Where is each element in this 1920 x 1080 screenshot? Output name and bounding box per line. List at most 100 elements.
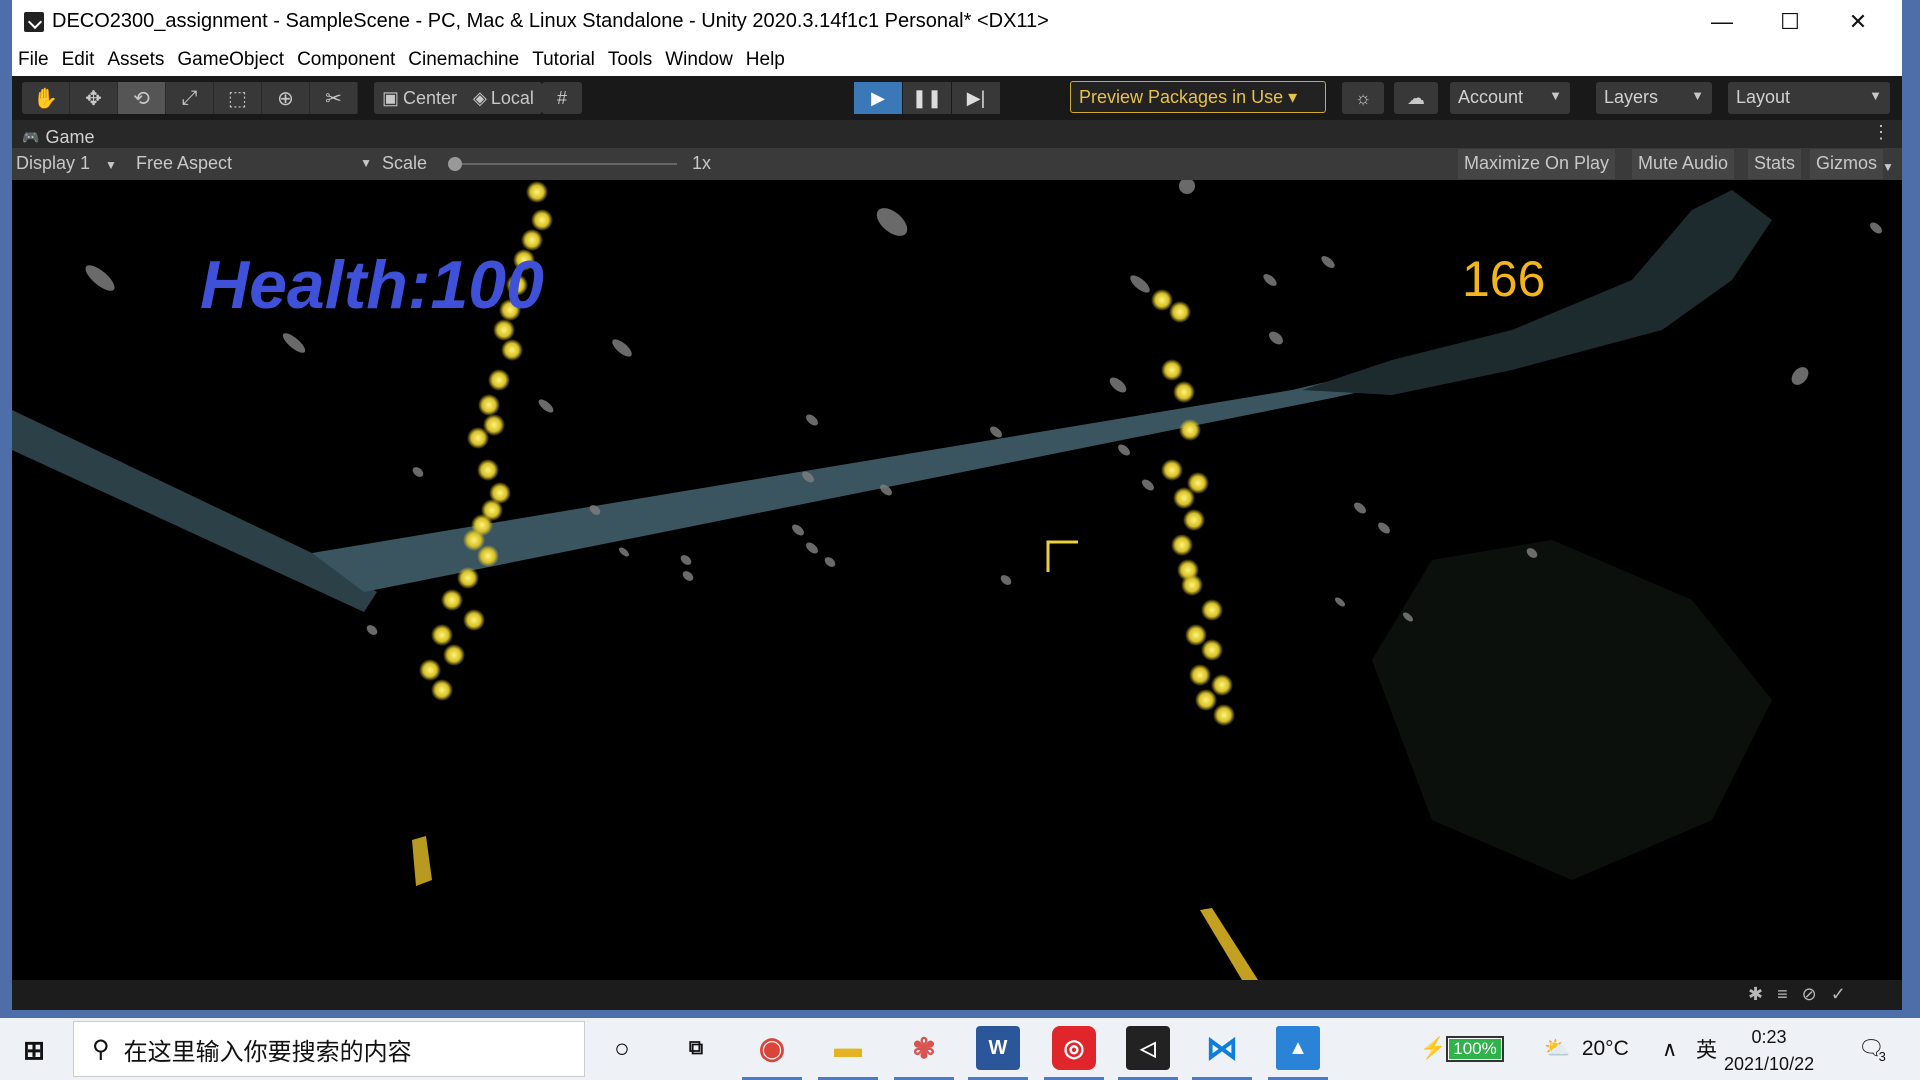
scale-slider-handle[interactable]: [448, 157, 462, 171]
power-plug-icon[interactable]: ⚡: [1420, 1018, 1446, 1080]
rect-tool-button[interactable]: ⬚: [214, 82, 262, 114]
layout-label: Layout: [1736, 87, 1791, 107]
play-controls: ▶ ❚❚ ▶|: [854, 82, 1001, 114]
gamepad-icon: 🎮: [22, 128, 40, 145]
custom-tool-button[interactable]: ✂: [310, 82, 358, 114]
snow-particle: [1321, 256, 1335, 268]
snow-particle: [282, 333, 306, 353]
system-clock[interactable]: 0:23 2021/10/22: [1724, 1024, 1814, 1078]
notification-center-button[interactable]: 🗨 3: [1858, 1018, 1886, 1080]
taskbar-network-app[interactable]: ✾: [894, 1026, 954, 1080]
photos-icon: ▲: [1288, 1036, 1308, 1059]
menu-cinemachine[interactable]: Cinemachine: [402, 44, 526, 76]
snow-particle: [412, 467, 424, 477]
close-button[interactable]: ✕: [1824, 0, 1892, 44]
tray-overflow-button[interactable]: ∧: [1662, 1018, 1677, 1080]
menu-window[interactable]: Window: [659, 44, 740, 76]
menu-edit[interactable]: Edit: [56, 44, 102, 76]
layout-dropdown[interactable]: Layout ▼: [1728, 82, 1890, 114]
taskbar-chrome[interactable]: ◉: [742, 1026, 802, 1080]
rect-icon: ⬚: [228, 87, 247, 110]
scale-tool-button[interactable]: ⤢: [166, 82, 214, 114]
pause-button[interactable]: ❚❚: [903, 82, 951, 114]
gizmos-dropdown-icon[interactable]: ▼: [1882, 155, 1894, 176]
taskbar-search-box[interactable]: ⚲ 在这里输入你要搜索的内容: [73, 1021, 585, 1077]
windows-start-button[interactable]: ⊞: [12, 1028, 56, 1072]
search-icon: ⚲: [92, 1035, 110, 1063]
move-icon: ✥: [85, 87, 102, 110]
vscode-icon: ⋈: [1206, 1030, 1238, 1066]
grid-snap-icon: #: [556, 87, 567, 108]
scale-slider-track[interactable]: [452, 163, 677, 165]
menu-assets[interactable]: Assets: [101, 44, 171, 76]
display-dropdown[interactable]: Display 1 ▼: [16, 153, 117, 174]
aspect-label: Free Aspect: [136, 153, 233, 173]
snow-particle: [538, 399, 554, 413]
rotate-tool-button[interactable]: ⟲: [118, 82, 166, 114]
snow-particle: [1354, 502, 1366, 514]
move-tool-button[interactable]: ✥: [70, 82, 118, 114]
layers-dropdown[interactable]: Layers ▼: [1596, 82, 1712, 114]
firefly-particle: [1161, 459, 1183, 481]
snow-particle: [806, 542, 818, 554]
menu-tutorial[interactable]: Tutorial: [526, 44, 602, 76]
account-dropdown[interactable]: Account ▼: [1450, 82, 1570, 114]
menu-file[interactable]: File: [12, 44, 56, 76]
more-options-icon[interactable]: ⋮: [1872, 122, 1890, 143]
transform-tool-button[interactable]: ⊕: [262, 82, 310, 114]
weather-widget[interactable]: ⛅ 20°C: [1544, 1018, 1629, 1080]
snow-particle: [876, 208, 908, 236]
status-bar: ✱≡⊘✓: [12, 980, 1902, 1010]
pivot-space-toggle[interactable]: ◈ Local: [465, 82, 542, 114]
taskbar-vscode[interactable]: ⋈: [1192, 1026, 1252, 1080]
notification-count: 3: [1878, 1048, 1886, 1064]
maximize-button[interactable]: ☐: [1756, 0, 1824, 44]
firefly-particle: [526, 181, 548, 203]
taskbar-netease-music[interactable]: ◎: [1044, 1026, 1104, 1080]
pivot-center-toggle[interactable]: ▣ Center: [374, 82, 465, 114]
menu-tools[interactable]: Tools: [602, 44, 659, 76]
network-app-icon: ✾: [912, 1032, 936, 1064]
weather-cloud-icon: ⛅: [1544, 1037, 1571, 1060]
play-button[interactable]: ▶: [854, 82, 902, 114]
rotate-icon: ⟲: [133, 87, 150, 110]
firefly-particle: [431, 624, 453, 646]
pivot-toggle-group: ▣ Center ◈ Local: [374, 82, 542, 114]
cloud-icon: ☁: [1407, 87, 1425, 108]
scale-icon: ⤢: [181, 86, 198, 109]
pause-icon: ❚❚: [911, 87, 943, 108]
menu-help[interactable]: Help: [740, 44, 792, 76]
menu-gameobject[interactable]: GameObject: [171, 44, 291, 76]
battery-indicator[interactable]: 100%: [1446, 1036, 1504, 1062]
game-viewport[interactable]: Health:100 166: [12, 180, 1902, 980]
stats-toggle[interactable]: Stats: [1748, 149, 1802, 179]
collab-button[interactable]: ☁: [1394, 82, 1438, 114]
firefly-particle: [1213, 704, 1235, 726]
taskbar-photos[interactable]: ▲: [1268, 1026, 1328, 1080]
services-button[interactable]: ☼: [1342, 82, 1384, 114]
check-icon: ✓: [1830, 984, 1860, 1004]
ime-indicator[interactable]: 英: [1696, 1018, 1717, 1080]
aspect-dropdown[interactable]: Free Aspect ▼: [136, 153, 372, 174]
snow-particle: [824, 557, 836, 567]
step-button[interactable]: ▶|: [952, 82, 1000, 114]
weather-temp: 20°C: [1581, 1037, 1629, 1060]
menu-component[interactable]: Component: [291, 44, 402, 76]
taskbar-unity[interactable]: ◁: [1118, 1026, 1178, 1080]
minimize-button[interactable]: —: [1688, 0, 1756, 44]
task-view-button[interactable]: ⧉: [674, 1026, 718, 1070]
cortana-button[interactable]: ○: [600, 1026, 644, 1070]
grid-snap-button[interactable]: #: [542, 82, 582, 114]
gizmos-toggle[interactable]: Gizmos: [1810, 149, 1884, 179]
taskbar-file-explorer[interactable]: ▬: [818, 1026, 878, 1080]
taskbar-word[interactable]: W: [968, 1026, 1028, 1080]
hand-tool-button[interactable]: ✋: [22, 82, 70, 114]
snow-particle: [1791, 367, 1809, 385]
play-icon: ▶: [871, 87, 885, 108]
snow-particle: [990, 426, 1002, 438]
preview-packages-button[interactable]: Preview Packages in Use ▾: [1070, 81, 1326, 113]
maximize-on-play-toggle[interactable]: Maximize On Play: [1458, 149, 1616, 179]
mute-audio-toggle[interactable]: Mute Audio: [1632, 149, 1735, 179]
firefly-particle: [1195, 689, 1217, 711]
snow-particle: [1263, 274, 1277, 286]
